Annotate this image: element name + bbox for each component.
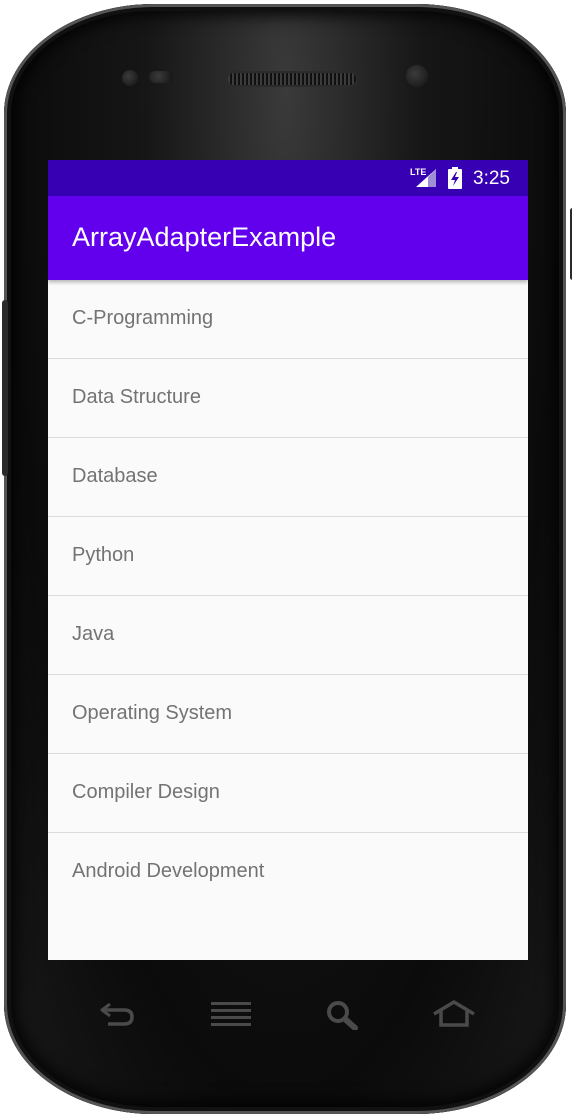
light-sensor	[149, 71, 173, 83]
list-item-label: Python	[72, 544, 135, 566]
app-bar: ArrayAdapterExample	[48, 196, 528, 280]
proximity-sensor	[122, 70, 138, 86]
back-icon[interactable]	[98, 1000, 138, 1028]
clock: 3:25	[473, 168, 510, 189]
list-item[interactable]: Database	[48, 438, 528, 517]
list-item-label: Android Development	[72, 860, 265, 882]
list-item[interactable]: Compiler Design	[48, 754, 528, 833]
list-item[interactable]: Data Structure	[48, 359, 528, 438]
volume-button	[2, 300, 8, 476]
earpiece-speaker	[228, 73, 356, 85]
list-item[interactable]: Android Development	[48, 833, 528, 911]
home-icon[interactable]	[432, 1000, 476, 1028]
list-item-label: Database	[72, 465, 158, 487]
battery-charging-icon	[448, 167, 462, 189]
list-item-label: Compiler Design	[72, 781, 220, 803]
list-item-label: C-Programming	[72, 307, 214, 329]
list-item-label: Operating System	[72, 702, 233, 724]
signal-icon	[416, 169, 436, 187]
list-item[interactable]: Java	[48, 596, 528, 675]
navigation-bar	[48, 960, 528, 1070]
app-title: ArrayAdapterExample	[72, 222, 337, 252]
list-item[interactable]: Python	[48, 517, 528, 596]
list-item[interactable]: Operating System	[48, 675, 528, 754]
status-bar: LTE 3:25	[48, 160, 528, 196]
list-view[interactable]: C-Programming Data Structure Database Py…	[48, 280, 528, 911]
search-icon[interactable]	[325, 1000, 359, 1030]
menu-icon[interactable]	[210, 1000, 252, 1028]
device-screen: LTE 3:25 ArrayAdapterExample C-Programmi…	[48, 160, 528, 960]
list-item[interactable]: C-Programming	[48, 280, 528, 359]
front-camera	[406, 65, 428, 87]
list-item-label: Data Structure	[72, 386, 201, 408]
list-item-label: Java	[72, 623, 115, 645]
